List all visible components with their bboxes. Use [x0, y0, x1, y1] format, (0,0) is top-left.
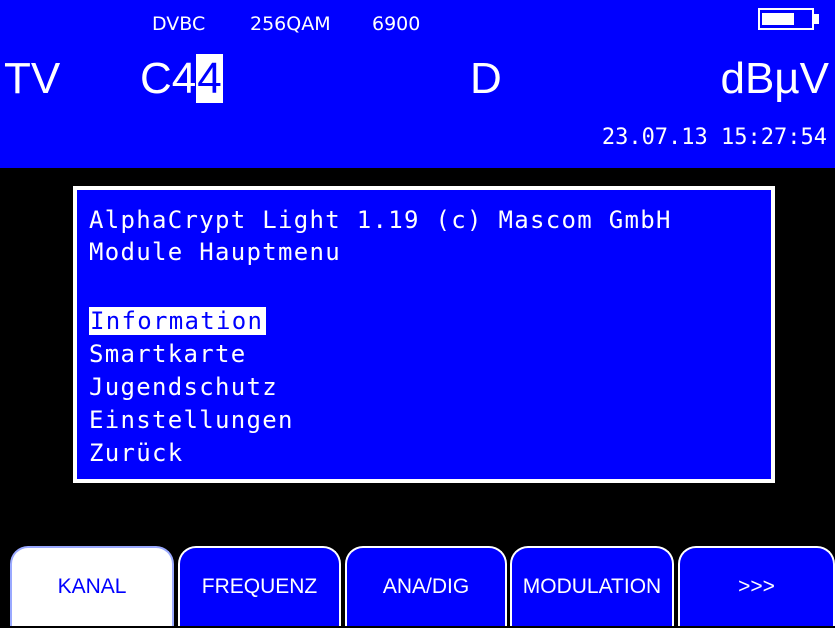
softkey-modulation[interactable]: MODULATION: [510, 546, 674, 626]
modulation-label: 256QAM: [250, 13, 331, 35]
menu-item-einstellungen[interactable]: Einstellungen: [89, 406, 294, 434]
standard-label: DVBC: [152, 13, 206, 35]
softkey-ana-dig[interactable]: ANA/DIG: [345, 546, 507, 626]
softkey-frequenz[interactable]: FREQUENZ: [178, 546, 341, 626]
dialog-title: AlphaCrypt Light 1.19 (c) Mascom GmbH: [89, 206, 672, 234]
menu-item-zurueck[interactable]: Zurück: [89, 439, 184, 467]
menu-item-jugendschutz[interactable]: Jugendschutz: [89, 373, 278, 401]
symbol-rate-label: 6900: [372, 13, 421, 35]
dialog-subtitle: Module Hauptmenu: [89, 238, 341, 266]
menu-item-information[interactable]: Information: [89, 307, 267, 335]
channel-prefix: C4: [140, 54, 197, 103]
channel-display[interactable]: C44: [140, 54, 223, 103]
cam-menu-dialog: AlphaCrypt Light 1.19 (c) Mascom GmbH Mo…: [73, 186, 775, 483]
softkey-kanal[interactable]: KANAL: [10, 546, 174, 626]
unit-label: dBµV: [720, 54, 829, 103]
mode-label: TV: [4, 54, 61, 103]
status-header: DVBC 256QAM 6900 TV C44 D dBµV 23.07.13 …: [0, 0, 835, 168]
battery-icon: [758, 8, 821, 32]
datetime: 23.07.13 15:27:54: [601, 125, 827, 150]
softkey-more[interactable]: >>>: [678, 546, 835, 626]
band-label: D: [470, 54, 502, 103]
menu-item-smartkarte[interactable]: Smartkarte: [89, 340, 247, 368]
channel-cursor-digit: 4: [196, 54, 223, 103]
